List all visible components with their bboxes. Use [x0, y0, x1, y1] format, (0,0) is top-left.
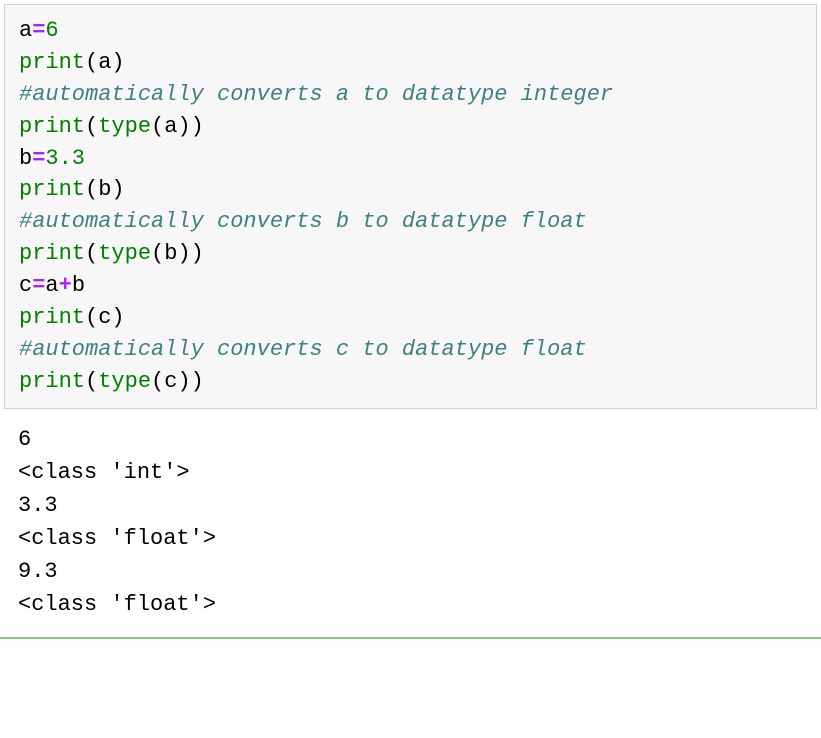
print-call: print	[19, 177, 85, 202]
output-line: 9.3	[18, 555, 803, 588]
number-literal: 3.3	[45, 146, 85, 171]
arg: c	[164, 369, 177, 394]
code-line: a=6	[19, 15, 802, 47]
paren-open: (	[151, 241, 164, 266]
output-line: 3.3	[18, 489, 803, 522]
output-line: <class 'int'>	[18, 456, 803, 489]
paren-open: (	[85, 50, 98, 75]
variable-b: b	[19, 146, 32, 171]
code-line: c=a+b	[19, 270, 802, 302]
code-line: #automatically converts a to datatype in…	[19, 79, 802, 111]
assign-op: =	[32, 18, 45, 43]
code-line: print(a)	[19, 47, 802, 79]
type-call: type	[98, 241, 151, 266]
paren-close: )	[111, 50, 124, 75]
output-line: <class 'float'>	[18, 522, 803, 555]
print-call: print	[19, 305, 85, 330]
code-line: b=3.3	[19, 143, 802, 175]
type-call: type	[98, 369, 151, 394]
assign-op: =	[32, 273, 45, 298]
paren-open: (	[85, 177, 98, 202]
code-line: print(type(c))	[19, 366, 802, 398]
variable-a: a	[19, 18, 32, 43]
paren-open: (	[85, 114, 98, 139]
arg: c	[98, 305, 111, 330]
paren-open: (	[85, 369, 98, 394]
print-call: print	[19, 369, 85, 394]
paren-close: )	[111, 305, 124, 330]
print-call: print	[19, 114, 85, 139]
paren-open: (	[85, 305, 98, 330]
variable-b: b	[72, 273, 85, 298]
paren-open: (	[151, 114, 164, 139]
number-literal: 6	[45, 18, 58, 43]
code-line: print(type(b))	[19, 238, 802, 270]
code-line: print(type(a))	[19, 111, 802, 143]
print-call: print	[19, 241, 85, 266]
arg: b	[164, 241, 177, 266]
divider	[0, 637, 821, 639]
type-call: type	[98, 114, 151, 139]
arg: b	[98, 177, 111, 202]
paren-open: (	[85, 241, 98, 266]
code-line: #automatically converts b to datatype fl…	[19, 206, 802, 238]
paren-close: )	[191, 114, 204, 139]
code-line: #automatically converts c to datatype fl…	[19, 334, 802, 366]
output-cell: 6 <class 'int'> 3.3 <class 'float'> 9.3 …	[0, 409, 821, 635]
comment: #automatically converts b to datatype fl…	[19, 209, 587, 234]
plus-op: +	[59, 273, 72, 298]
variable-c: c	[19, 273, 32, 298]
arg: a	[98, 50, 111, 75]
code-line: print(c)	[19, 302, 802, 334]
print-call: print	[19, 50, 85, 75]
paren-close: )	[177, 114, 190, 139]
paren-close: )	[191, 241, 204, 266]
variable-a: a	[45, 273, 58, 298]
code-line: print(b)	[19, 174, 802, 206]
comment: #automatically converts c to datatype fl…	[19, 337, 587, 362]
paren-close: )	[111, 177, 124, 202]
output-line: <class 'float'>	[18, 588, 803, 621]
paren-close: )	[177, 369, 190, 394]
paren-close: )	[191, 369, 204, 394]
output-line: 6	[18, 423, 803, 456]
paren-open: (	[151, 369, 164, 394]
arg: a	[164, 114, 177, 139]
paren-close: )	[177, 241, 190, 266]
comment: #automatically converts a to datatype in…	[19, 82, 613, 107]
code-input-cell: a=6 print(a) #automatically converts a t…	[4, 4, 817, 409]
assign-op: =	[32, 146, 45, 171]
